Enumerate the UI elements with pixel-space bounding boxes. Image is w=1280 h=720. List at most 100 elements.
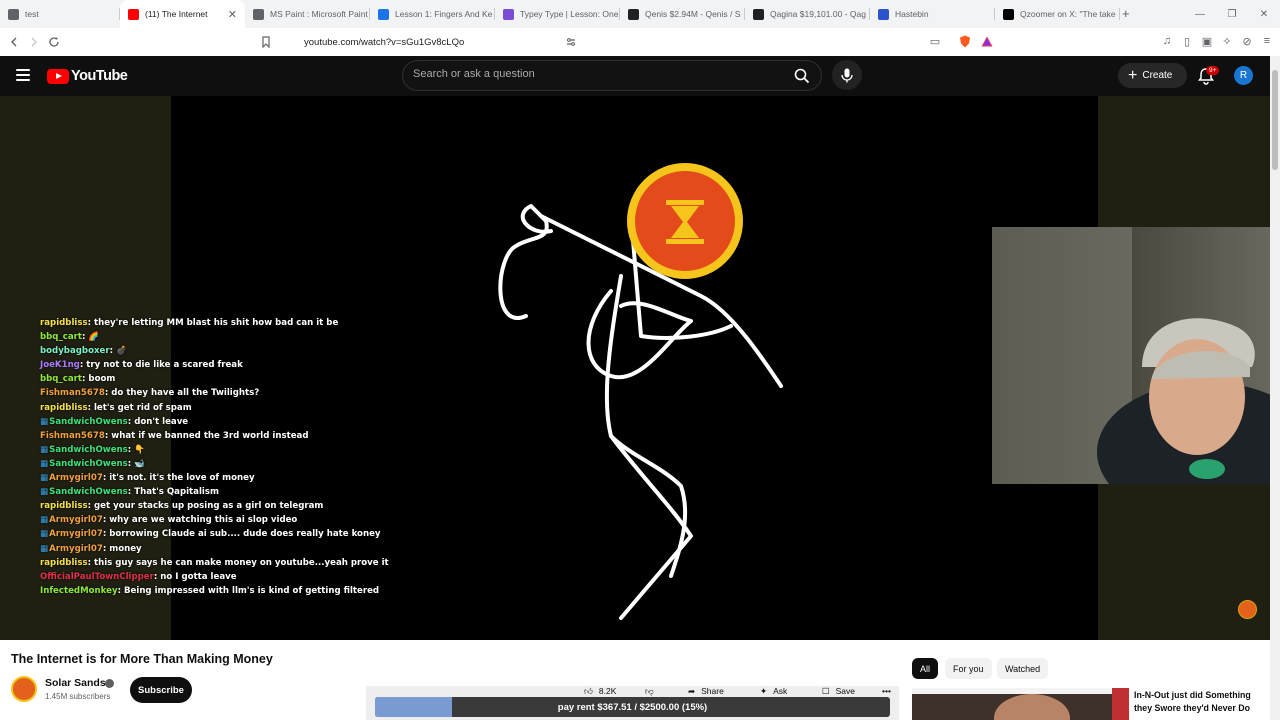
browser-tab[interactable]: test [0, 0, 120, 28]
site-info-icon[interactable] [566, 37, 576, 47]
share-icon: ➦ [688, 685, 696, 696]
video-title: The Internet is for More Than Making Mon… [11, 652, 273, 666]
chat-text: : boom [82, 374, 116, 385]
recommendation-thumbnail[interactable] [912, 688, 1129, 720]
tab-title: Qzoomer on X: "The take [1020, 9, 1116, 19]
ask-button[interactable]: ✦ Ask [760, 685, 787, 697]
channel-watermark-icon[interactable] [1238, 600, 1257, 619]
chat-badge-icon: ▦ [40, 515, 49, 526]
chat-username: Armygirl07 [49, 515, 103, 526]
dislike-button[interactable]: 👎︎ [645, 686, 654, 696]
tab-favicon-icon [128, 8, 139, 20]
browser-tab[interactable]: Qagina $19,101.00 - Qag [745, 0, 870, 28]
address-row: youtube.com/watch?v=sGu1Gv8cLQo [0, 28, 1280, 56]
tab-favicon-icon [253, 8, 264, 20]
chip-all[interactable]: All [912, 658, 939, 679]
minimize-button[interactable]: — [1184, 9, 1216, 20]
chat-message: Fishman5678: do they have all the Twilig… [40, 386, 460, 400]
browser-tab[interactable]: Hastebin [870, 0, 995, 28]
youtube-play-icon [47, 68, 69, 84]
subscribe-button[interactable]: Subscribe [130, 677, 192, 703]
chip-watched[interactable]: Watched [997, 658, 1049, 679]
brave-shield-icon[interactable] [958, 34, 972, 48]
chat-text: : it's not. it's the love of money [102, 473, 255, 484]
new-tab-button[interactable]: + [1122, 6, 1130, 21]
vpn-icon[interactable]: ⊘ [1240, 34, 1254, 48]
chat-message: bodybagboxer: 💣 [40, 344, 460, 358]
chat-badge-icon: ▦ [40, 458, 49, 469]
rewards-icon[interactable] [980, 34, 994, 48]
search-button[interactable] [784, 62, 820, 89]
voice-search-button[interactable] [832, 60, 862, 90]
save-button[interactable]: ☐ Save [822, 686, 855, 697]
cast-icon[interactable]: ▭ [928, 34, 942, 48]
tab-favicon-icon [753, 8, 764, 20]
search-box[interactable] [402, 60, 822, 91]
forward-icon[interactable] [24, 32, 44, 52]
browser-tab[interactable]: Typey Type | Lesson: One [495, 0, 620, 28]
close-window-button[interactable]: ✕ [1248, 9, 1280, 20]
browser-tab[interactable]: Lesson 1: Fingers And Ke [370, 0, 495, 28]
leo-ai-icon[interactable]: ✧ [1220, 34, 1234, 48]
window-controls: — ❐ ✕ [1184, 0, 1280, 28]
chat-text: : 🐋 [127, 458, 145, 469]
channel-name[interactable]: Solar Sands [45, 677, 106, 689]
tab-separator [1119, 8, 1120, 20]
chat-message: bbq_cart: 🌈 [40, 330, 460, 344]
chat-text: : 👇 [127, 444, 145, 455]
chat-username: rapidbliss [40, 318, 88, 328]
omnibox[interactable]: youtube.com/watch?v=sGu1Gv8cLQo [280, 31, 1000, 53]
like-button[interactable]: 👍︎ 8.2K [584, 685, 616, 697]
bookmark-icon[interactable] [256, 32, 276, 52]
browser-tab[interactable]: Qenis $2.94M - Qenis / S [620, 0, 745, 28]
chat-badge-icon: ▦ [40, 487, 49, 498]
browser-tab[interactable]: MS Paint : Microsoft Paint [245, 0, 370, 28]
create-button[interactable]: + Create [1118, 63, 1187, 88]
tab-strip: test (11) The Internet ✕ MS Paint : Microso… [0, 0, 1280, 28]
chat-message: InfectedMonkey: Being impressed with llm… [40, 584, 460, 598]
sidebar-icon[interactable]: ▯ [1180, 34, 1194, 48]
chat-text: : they're letting MM blast his shit how … [87, 318, 339, 328]
chat-username: InfectedMonkey [40, 585, 118, 596]
sparkle-icon: ✦ [760, 685, 768, 696]
thumbs-up-icon: 👍︎ [584, 685, 593, 696]
channel-avatar[interactable] [11, 676, 37, 702]
chat-badge-icon: ▦ [40, 444, 49, 455]
share-label: Share [701, 686, 724, 696]
url-text[interactable]: youtube.com/watch?v=sGu1Gv8cLQo [304, 37, 464, 48]
chat-username: Fishman5678 [40, 430, 105, 441]
chat-message: bbq_cart: boom [40, 372, 460, 386]
chat-message: rapidbliss: get your stacks up posing as… [40, 499, 460, 513]
donation-goal-bar: pay rent $367.51 / $2500.00 (15%) [375, 697, 890, 717]
webcam-overlay [992, 227, 1280, 484]
youtube-wordmark: YouTube [71, 68, 128, 84]
chat-text: : try not to die like a scared freak [79, 360, 243, 371]
tab-close-icon[interactable]: ✕ [222, 8, 237, 21]
chat-text: : don't leave [127, 416, 189, 427]
tab-title: Qenis $2.94M - Qenis / S [645, 9, 741, 19]
more-actions-button[interactable]: ••• [882, 686, 891, 696]
chat-message: ▦SandwichOwens: 🐋 [40, 457, 460, 471]
youtube-logo[interactable]: YouTube [47, 68, 128, 84]
chat-message: rapidbliss: this guy says he can make mo… [40, 556, 460, 570]
share-button[interactable]: ➦ Share [688, 685, 724, 697]
back-icon[interactable] [4, 32, 24, 52]
menu-icon[interactable]: ≡ [1260, 34, 1274, 48]
account-avatar[interactable]: R [1234, 66, 1253, 85]
scrollbar-thumb[interactable] [1272, 70, 1278, 170]
reload-icon[interactable] [44, 32, 64, 52]
wallet-icon[interactable]: ▣ [1200, 34, 1214, 48]
search-input[interactable] [413, 68, 773, 80]
hamburger-menu-icon[interactable] [16, 69, 30, 81]
browser-tab[interactable]: (11) The Internet ✕ [120, 0, 245, 28]
chat-text: : do they have all the Twilights? [104, 388, 260, 399]
chat-badge-icon: ▦ [40, 543, 49, 554]
browser-tab[interactable]: Qzoomer on X: "The take [995, 0, 1120, 28]
chat-username: SandwichOwens [49, 416, 128, 427]
maximize-button[interactable]: ❐ [1216, 9, 1248, 20]
recommendation-title[interactable]: In-N-Out just did Something they Swore t… [1134, 689, 1264, 715]
goal-text: pay rent $367.51 / $2500.00 (15%) [557, 701, 708, 713]
chip-for-you[interactable]: For you [945, 658, 992, 679]
media-icon[interactable]: ♫ [1160, 34, 1174, 48]
chat-text: : this guy says he can make money on you… [87, 557, 389, 568]
